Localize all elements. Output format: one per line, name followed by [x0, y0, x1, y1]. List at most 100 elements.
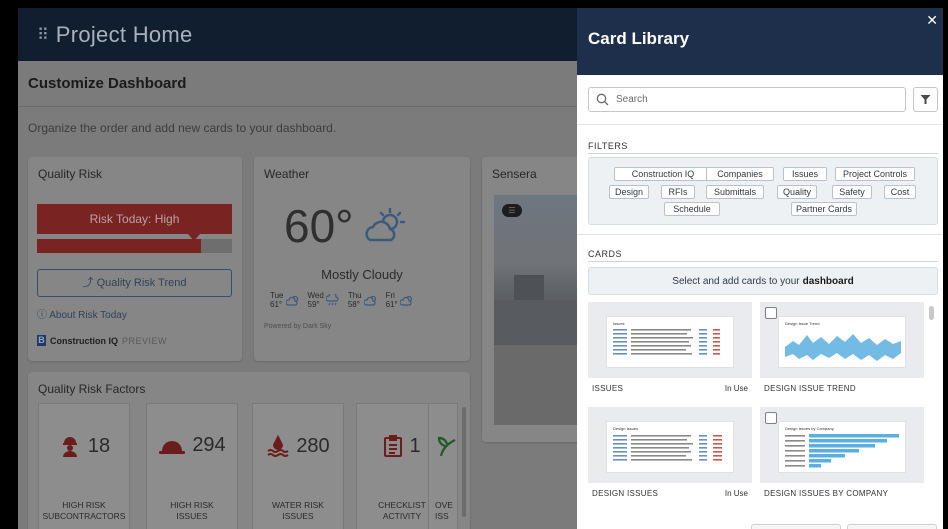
footer-button[interactable]: [751, 524, 841, 529]
card-label: DESIGN ISSUE TREND: [764, 384, 856, 393]
weather-card[interactable]: Weather 60° Mostly Cloudy Tue 61° Wed 59…: [254, 157, 470, 361]
issues-list-preview: Issues: [613, 321, 720, 355]
card-library-panel: Card Library ✕ Search FILTERS Constructi…: [577, 8, 943, 529]
search-input[interactable]: Search: [588, 87, 906, 112]
preview-badge: PREVIEW: [122, 335, 168, 346]
filter-chip[interactable]: Issues: [783, 167, 827, 181]
library-card-issues[interactable]: Issues ISSUES In Use: [588, 302, 752, 396]
in-use-badge: In Use: [724, 489, 748, 498]
forecast-temp: 58°: [347, 300, 360, 309]
hint-text: Select and add cards to your: [672, 275, 800, 287]
divider: [577, 124, 943, 125]
card-label: DESIGN ISSUES: [592, 489, 659, 498]
camera-menu-icon[interactable]: ☰: [502, 204, 522, 217]
factor-label-line: HIGH RISK: [62, 500, 106, 510]
card-checkbox[interactable]: [765, 412, 777, 424]
factor-tile[interactable]: 280 WATER RISK ISSUES: [252, 403, 344, 529]
filter-chip[interactable]: Construction IQ: [614, 167, 712, 181]
factor-tile[interactable]: 18 HIGH RISK SUBCONTRACTORS: [38, 403, 130, 529]
footer-button[interactable]: [847, 524, 937, 529]
photo-roof: [494, 345, 577, 425]
forecast-day: Tue 61°: [270, 291, 300, 309]
factor-label-line: ISSUES: [176, 511, 208, 521]
construction-iq-brand: B Construction IQ PREVIEW: [37, 335, 167, 346]
thumbnail-preview: Design Issues by Company: [778, 421, 906, 473]
worker-icon: [62, 437, 77, 457]
quality-risk-trend-button[interactable]: ⤴ Quality Risk Trend: [37, 269, 232, 297]
filter-chip[interactable]: Schedule: [664, 202, 720, 216]
forecast-temp: 61°: [385, 300, 398, 309]
site-camera-image: ☰: [494, 195, 577, 425]
card-checkbox[interactable]: [765, 307, 777, 319]
factor-label-line: WATER RISK: [272, 500, 324, 510]
construction-iq-logo-icon: B: [37, 335, 46, 346]
factor-value: 294: [192, 434, 226, 456]
app-grid-icon[interactable]: ⠿: [37, 25, 49, 44]
thumbnail-preview: Design Issue Trend: [778, 316, 906, 368]
thumbnail-preview: Design Issues: [606, 421, 734, 473]
design-issues-list-preview: Design Issues: [613, 426, 722, 461]
filter-chip[interactable]: RFIs: [661, 185, 695, 199]
factor-tile[interactable]: 294 HIGH RISK ISSUES: [146, 403, 238, 529]
library-card-design-issues-by-company[interactable]: Design Issues by Company DESIGN ISSUES B…: [760, 407, 924, 501]
forecast-day-name: Fri: [385, 291, 395, 300]
factor-value-row: [437, 434, 457, 458]
filter-chip[interactable]: Safety: [832, 185, 872, 199]
customize-subtitle: Organize the order and add new cards to …: [28, 121, 337, 135]
filters-heading: FILTERS: [588, 141, 628, 151]
trend-button-label: Quality Risk Trend: [96, 277, 187, 289]
photo-building: [494, 300, 577, 350]
divider: [577, 234, 943, 235]
factor-value-row: 18: [39, 434, 129, 458]
card-label: ISSUES: [592, 384, 624, 393]
factor-label-line: ISS: [435, 511, 449, 521]
hint-bold: dashboard: [802, 275, 854, 287]
card-thumbnail: Issues: [588, 302, 752, 378]
library-card-design-issue-trend[interactable]: Design Issue Trend DESIGN ISSUE TREND: [760, 302, 924, 396]
hardhat-icon: [159, 440, 186, 454]
panel-header: Card Library ✕: [577, 8, 943, 75]
library-card-design-issues[interactable]: Design Issues DESIGN ISSUES In Use: [588, 407, 752, 501]
forecast-day-name: Wed: [307, 291, 324, 300]
forecast-temp: 61°: [270, 300, 283, 309]
filter-chip[interactable]: Quality: [777, 185, 817, 199]
factor-value: 18: [87, 434, 111, 457]
forecast-temp: 59°: [307, 300, 320, 309]
factor-label: HIGH RISK SUBCONTRACTORS: [39, 500, 129, 522]
quality-risk-card[interactable]: Quality Risk Risk Today: High ⤴ Quality …: [28, 157, 242, 361]
temperature-value: 60°: [284, 200, 354, 252]
forecast-day: Thu 58°: [348, 291, 378, 309]
close-icon[interactable]: ✕: [926, 13, 938, 29]
factor-tile[interactable]: OVE ISS: [428, 403, 458, 529]
quality-risk-factors-card[interactable]: Quality Risk Factors 18 HIGH RISK SUBCONT…: [28, 372, 470, 529]
filter-chip[interactable]: Design: [609, 185, 649, 199]
thumb-title: Issues: [613, 321, 625, 326]
filter-button[interactable]: [913, 87, 938, 112]
dashboard-backdrop: ⠿ Project Home Customize Dashboard Organ…: [18, 8, 577, 529]
cards-heading: CARDS: [588, 249, 623, 259]
forecast-day-name: Tue: [270, 291, 284, 300]
factor-value-row: 294: [147, 434, 237, 457]
panel-title: Card Library: [588, 29, 690, 48]
customize-title: Customize Dashboard: [28, 75, 187, 92]
filter-chip[interactable]: Submittals: [706, 185, 764, 199]
factor-label-line: OVE: [435, 500, 453, 510]
factor-value: 280: [296, 434, 330, 457]
forecast-day-name: Thu: [347, 291, 362, 300]
filter-chip[interactable]: Partner Cards: [791, 202, 857, 216]
tiles-scrollbar[interactable]: [462, 407, 466, 517]
sensera-card[interactable]: Sensera ☰: [482, 157, 577, 442]
filter-chip[interactable]: Companies: [706, 167, 774, 181]
project-header: ⠿ Project Home: [18, 8, 577, 61]
filter-chip[interactable]: Cost: [884, 185, 916, 199]
panel-scrollbar[interactable]: [929, 306, 934, 320]
factor-label-line: ISSUES: [282, 511, 314, 521]
rain-icon: [325, 294, 339, 306]
select-cards-hint: Select and add cards to your dashboard: [588, 267, 938, 295]
leaf-icon: [437, 436, 456, 457]
about-risk-link[interactable]: ⓘ About Risk Today: [37, 306, 127, 321]
filter-chip[interactable]: Project Controls: [835, 167, 915, 181]
about-risk-label: About Risk Today: [49, 310, 127, 321]
forecast-day: Wed 59°: [308, 291, 340, 309]
partly-cloudy-icon: [364, 207, 405, 242]
